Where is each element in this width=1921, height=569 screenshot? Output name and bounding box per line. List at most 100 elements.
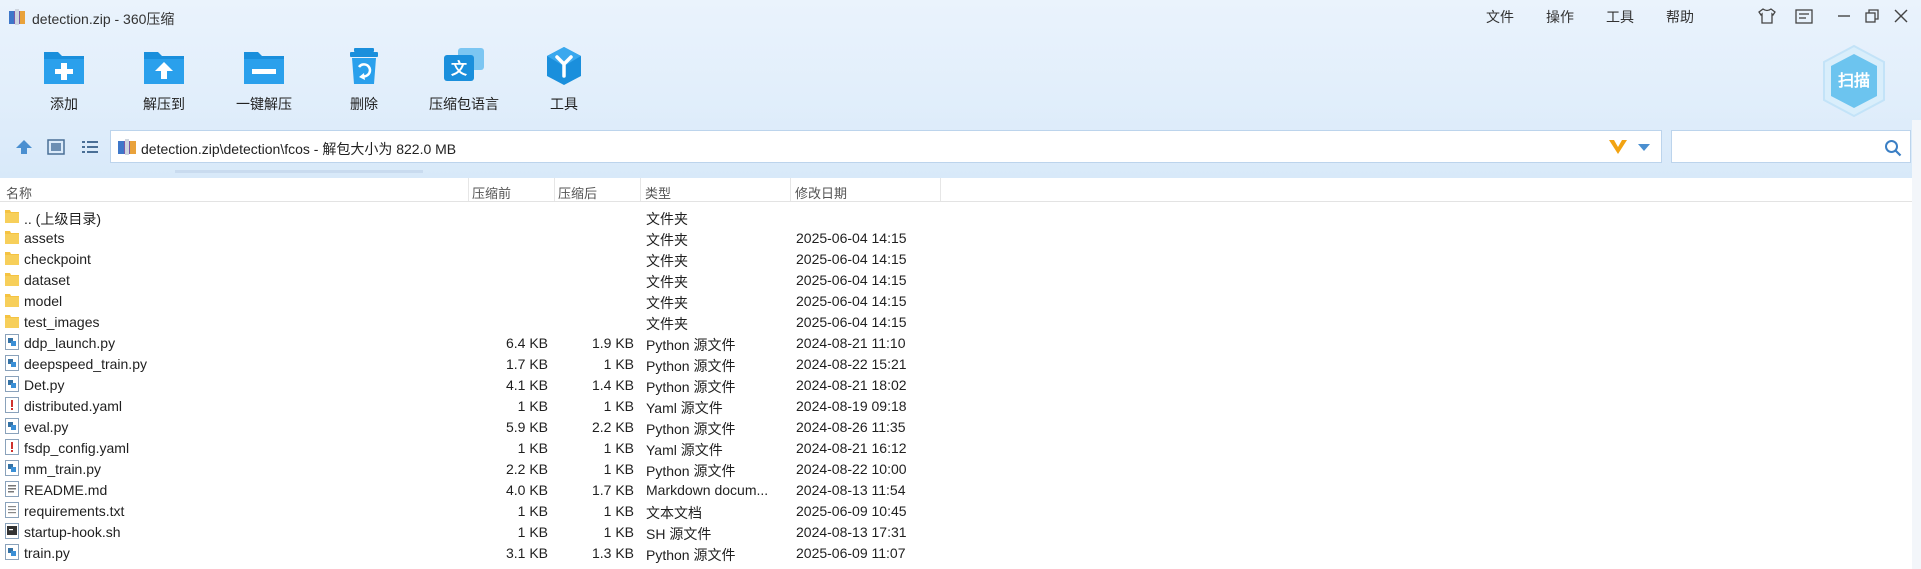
tools-button[interactable]: 工具 <box>514 46 614 116</box>
file-modified: 2024-08-19 09:18 <box>796 398 907 414</box>
extract-to-icon <box>144 52 184 84</box>
column-divider[interactable] <box>554 178 555 201</box>
table-row[interactable]: dataset 文件夹 2025-06-04 14:15 <box>0 269 1921 290</box>
folder-icon <box>5 271 19 287</box>
file-type: 文件夹 <box>646 295 688 311</box>
extract-to-button[interactable]: 解压到 <box>114 46 214 116</box>
restore-icon[interactable] <box>1862 6 1882 26</box>
table-row[interactable]: .. (上级目录) 文件夹 <box>0 206 1921 227</box>
menu-tools[interactable]: 工具 <box>1606 7 1634 27</box>
file-modified: 2025-06-04 14:15 <box>796 293 907 309</box>
file-name: test_images <box>24 314 100 330</box>
table-row[interactable]: requirements.txt 1 KB 1 KB 文本文档 2025-06-… <box>0 500 1921 521</box>
menu-operation[interactable]: 操作 <box>1546 7 1574 27</box>
column-divider[interactable] <box>790 178 791 201</box>
menu-icon[interactable] <box>1794 6 1814 26</box>
file-name: eval.py <box>24 419 69 435</box>
file-compressed-size: 1 KB <box>603 356 634 372</box>
file-modified: 2025-06-09 10:45 <box>796 503 907 519</box>
file-packed-size: 2.2 KB <box>505 461 548 477</box>
scan-button[interactable]: 扫描 <box>1820 44 1888 123</box>
one-click-extract-icon <box>244 52 284 84</box>
table-row[interactable]: ddp_launch.py 6.4 KB 1.9 KB Python 源文件 2… <box>0 332 1921 353</box>
python-file-icon <box>5 334 19 350</box>
thumbnail-view-icon[interactable] <box>46 138 66 156</box>
file-type: 文件夹 <box>646 211 688 227</box>
delete-button[interactable]: 删除 <box>314 46 414 116</box>
column-divider[interactable] <box>640 178 641 201</box>
column-type[interactable]: 类型 <box>645 183 671 202</box>
column-modified[interactable]: 修改日期 <box>795 183 847 202</box>
scrollbar-track[interactable] <box>1912 120 1921 569</box>
file-modified: 2024-08-22 15:21 <box>796 356 907 372</box>
file-type: Yaml 源文件 <box>646 400 723 416</box>
table-row[interactable]: eval.py 5.9 KB 2.2 KB Python 源文件 2024-08… <box>0 416 1921 437</box>
file-compressed-size: 1 KB <box>603 461 634 477</box>
menu-help[interactable]: 帮助 <box>1666 7 1694 27</box>
up-level-icon[interactable] <box>14 138 34 156</box>
file-packed-size: 6.4 KB <box>505 335 548 351</box>
file-type: 文本文档 <box>646 505 702 521</box>
file-compressed-size: 1.3 KB <box>591 545 634 561</box>
one-click-extract-button[interactable]: 一键解压 <box>214 46 314 116</box>
address-bar[interactable]: detection.zip\detection\fcos - 解包大小为 822… <box>110 130 1662 163</box>
menu-file[interactable]: 文件 <box>1486 7 1514 27</box>
file-name: assets <box>24 230 65 246</box>
file-modified: 2025-06-04 14:15 <box>796 230 907 246</box>
table-row[interactable]: model 文件夹 2025-06-04 14:15 <box>0 290 1921 311</box>
folder-icon <box>5 208 19 224</box>
list-view-icon[interactable] <box>80 138 100 156</box>
table-row[interactable]: test_images 文件夹 2025-06-04 14:15 <box>0 311 1921 332</box>
yaml-file-icon <box>5 439 19 455</box>
file-packed-size: 1 KB <box>517 524 548 540</box>
table-row[interactable]: distributed.yaml 1 KB 1 KB Yaml 源文件 2024… <box>0 395 1921 416</box>
v-logo-icon[interactable] <box>1607 138 1629 156</box>
python-file-icon <box>5 418 19 434</box>
file-name: deepspeed_train.py <box>24 356 147 372</box>
table-row[interactable]: assets 文件夹 2025-06-04 14:15 <box>0 227 1921 248</box>
column-name[interactable]: 名称 <box>6 183 32 202</box>
search-icon[interactable] <box>1884 139 1902 157</box>
file-packed-size: 1 KB <box>517 440 548 456</box>
file-type: 文件夹 <box>646 316 688 332</box>
file-type: Python 源文件 <box>646 358 736 374</box>
file-name: distributed.yaml <box>24 398 123 414</box>
column-compressed-size[interactable]: 压缩后 <box>558 183 597 202</box>
file-name: model <box>24 293 63 309</box>
python-file-icon <box>5 376 19 392</box>
table-row[interactable]: startup-hook.sh 1 KB 1 KB SH 源文件 2024-08… <box>0 521 1921 542</box>
archive-language-button[interactable]: 文 压缩包语言 <box>414 46 514 116</box>
table-row[interactable]: README.md 4.0 KB 1.7 KB Markdown docum..… <box>0 479 1921 500</box>
column-header: 名称 压缩前 压缩后 类型 修改日期 <box>0 178 1921 202</box>
folder-icon <box>5 313 19 329</box>
file-type: Python 源文件 <box>646 547 736 563</box>
address-path: detection.zip\detection\fcos - 解包大小为 822… <box>141 141 457 157</box>
minimize-icon[interactable] <box>1834 6 1854 26</box>
chevron-down-icon[interactable] <box>1637 143 1651 152</box>
skin-icon[interactable] <box>1757 6 1777 26</box>
file-compressed-size: 1.9 KB <box>591 335 634 351</box>
delete-label: 删除 <box>350 96 378 112</box>
file-compressed-size: 2.2 KB <box>591 419 634 435</box>
file-modified: 2024-08-13 11:54 <box>796 482 906 498</box>
file-compressed-size: 1 KB <box>603 524 634 540</box>
file-name: dataset <box>24 272 70 288</box>
search-box[interactable] <box>1671 130 1911 163</box>
column-divider[interactable] <box>940 178 941 201</box>
file-packed-size: 4.1 KB <box>505 377 548 393</box>
table-row[interactable]: train.py 3.1 KB 1.3 KB Python 源文件 2025-0… <box>0 542 1921 563</box>
file-modified: 2024-08-21 18:02 <box>796 377 907 393</box>
column-packed-size[interactable]: 压缩前 <box>472 183 511 202</box>
table-row[interactable]: checkpoint 文件夹 2025-06-04 14:15 <box>0 248 1921 269</box>
table-row[interactable]: Det.py 4.1 KB 1.4 KB Python 源文件 2024-08-… <box>0 374 1921 395</box>
table-row[interactable]: deepspeed_train.py 1.7 KB 1 KB Python 源文… <box>0 353 1921 374</box>
column-divider[interactable] <box>468 178 469 201</box>
table-row[interactable]: mm_train.py 2.2 KB 1 KB Python 源文件 2024-… <box>0 458 1921 479</box>
add-button[interactable]: 添加 <box>14 46 114 116</box>
markdown-file-icon <box>5 481 19 497</box>
archive-icon <box>118 139 136 155</box>
close-icon[interactable] <box>1891 6 1911 26</box>
table-row[interactable]: fsdp_config.yaml 1 KB 1 KB Yaml 源文件 2024… <box>0 437 1921 458</box>
file-type: Yaml 源文件 <box>646 442 723 458</box>
file-compressed-size: 1 KB <box>603 503 634 519</box>
